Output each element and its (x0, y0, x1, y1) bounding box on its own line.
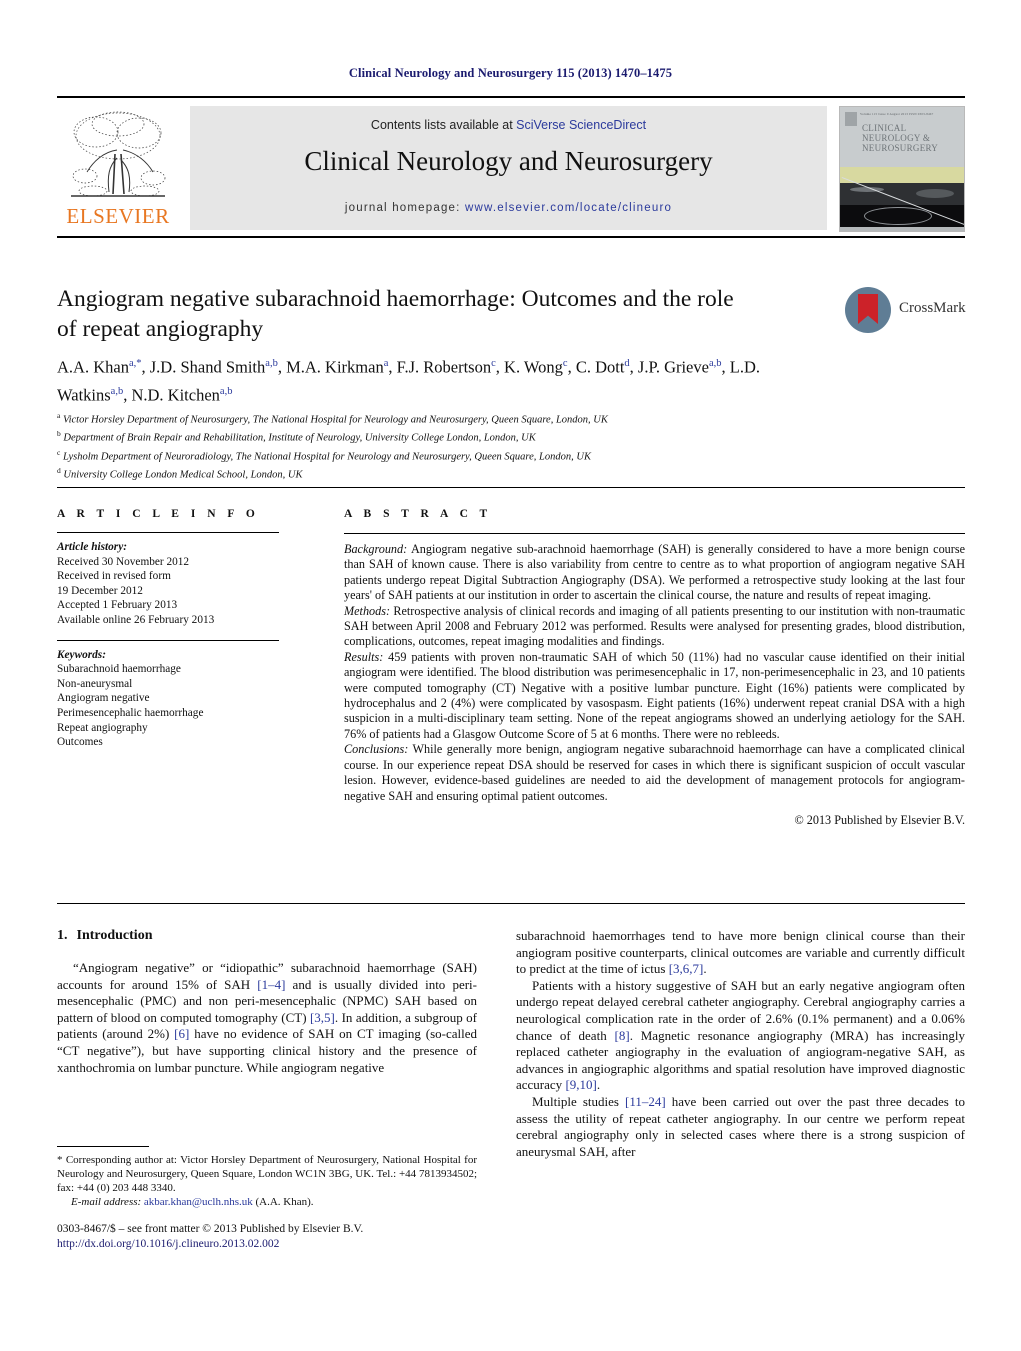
abstract-column: A B S T R A C T Background: Angiogram ne… (344, 508, 965, 828)
doi-link[interactable]: http://dx.doi.org/10.1016/j.clineuro.201… (57, 1237, 527, 1252)
keyword-item: Angiogram negative (57, 692, 150, 705)
author-list: A.A. Khana,*, J.D. Shand Smitha,b, M.A. … (57, 357, 761, 405)
keyword-lines: Subarachnoid haemorrhage Non-aneurysmal An… (57, 662, 307, 750)
homepage-prefix: journal homepage: (344, 202, 465, 214)
page-title: Angiogram negative subarachnoid haemorrh… (57, 286, 734, 342)
abstract-heading: A B S T R A C T (344, 508, 492, 520)
cover-issue-line: Volume 115 Issue 9 August 2013 ISSN 0303… (860, 112, 934, 116)
contents-line: Contents lists available at SciVerse Sci… (190, 118, 827, 132)
affiliation-marker: d (57, 465, 61, 475)
cover-title-line3: NEUROSURGERY (862, 143, 939, 153)
abstract-section-label: Results: (344, 649, 384, 664)
journal-masthead: ELSEVIER Contents lists available at Sci… (57, 96, 965, 232)
abstract-section: Methods: Retrospective analysis of clini… (344, 603, 965, 649)
abstract-copyright: © 2013 Published by Elsevier B.V. (794, 812, 965, 827)
issn-block: 0303-8467/$ – see front matter © 2013 Pu… (57, 1222, 527, 1252)
abstract-section-label: Conclusions: (344, 742, 409, 757)
history-item: Received 30 November 2012 (57, 555, 190, 568)
affiliation-item: d University College London Medical Scho… (57, 465, 303, 481)
history-item: Received in revised form (57, 570, 171, 583)
keyword-item: Perimesencephalic haemorrhage (57, 706, 204, 719)
article-info-rule-1 (57, 532, 279, 533)
abstract-section: Conclusions: While generally more benign… (344, 742, 965, 803)
article-history-block: Article history: Received 30 November 20… (57, 540, 307, 628)
crossmark-label: CrossMark (899, 300, 966, 316)
section-title: Introduction (76, 928, 153, 943)
abstract-section-label: Background: (344, 542, 408, 556)
email-note: E-mail address: akbar.khan@uclh.nhs.uk (… (71, 1196, 314, 1208)
section-heading-introduction: 1. Introduction (57, 928, 477, 944)
cover-scan-shape-2 (916, 189, 954, 198)
history-item: Accepted 1 February 2013 (57, 599, 178, 612)
cover-title-line2: NEUROLOGY & (862, 133, 931, 143)
abstract-bottom-rule (57, 903, 965, 904)
elsevier-tree-icon (71, 111, 166, 197)
affiliation-list: a Victor Horsley Department of Neurosurg… (57, 409, 837, 482)
footnote-rule (57, 1146, 149, 1147)
elsevier-wordmark: ELSEVIER (66, 204, 170, 228)
abstract-section: Background: Angiogram negative sub-arach… (344, 542, 965, 603)
affiliation-marker: c (57, 447, 61, 457)
keyword-item: Subarachnoid haemorrhage (57, 663, 181, 676)
abstract-section-label: Methods: (344, 603, 391, 618)
cover-colour-band (840, 167, 964, 183)
abstract-top-rule (57, 487, 965, 488)
history-lines: Received 30 November 2012 Received in rev… (57, 555, 307, 628)
affiliation-marker: b (57, 429, 61, 439)
history-item: Available online 26 February 2013 (57, 613, 215, 626)
article-history-label: Article history: (57, 541, 127, 553)
article-info-column: A R T I C L E I N F O Article history: R… (57, 508, 307, 750)
issn-line: 0303-8467/$ – see front matter © 2013 Pu… (57, 1223, 364, 1235)
keywords-block: Keywords: Subarachnoid haemorrhage Non-an… (57, 648, 307, 750)
cover-publisher-mark (845, 112, 857, 126)
sciencedirect-link[interactable]: SciVerse ScienceDirect (516, 118, 646, 132)
footnote-block: * Corresponding author at: Victor Horsle… (57, 1153, 477, 1209)
intro-paragraph-2: subarachnoid haemorrhages tend to have m… (516, 928, 965, 977)
keywords-label: Keywords: (57, 648, 106, 661)
journal-cover-thumbnail: Volume 115 Issue 9 August 2013 ISSN 0303… (839, 106, 965, 232)
paper-page: Clinical Neurology and Neurosurgery 115 … (0, 0, 1021, 1351)
section-number: 1. (57, 928, 68, 943)
intro-paragraph-1: “Angiogram negative” or “idiopathic” sub… (57, 960, 478, 1075)
cover-bottom-strip (840, 227, 964, 231)
journal-banner: Contents lists available at SciVerse Sci… (190, 106, 827, 230)
cover-title-line1: CLINICAL (862, 123, 907, 133)
article-info-rule-2 (57, 639, 279, 641)
affiliation-marker: a (57, 411, 61, 420)
crossmark-badge[interactable]: CrossMark (845, 287, 966, 341)
contents-prefix: Contents lists available at (370, 118, 517, 132)
abstract-body: Background: Angiogram negative sub-arach… (344, 542, 965, 804)
homepage-link[interactable]: www.elsevier.com/locate/clineuro (465, 202, 672, 214)
history-item: 19 December 2012 (57, 584, 143, 597)
abstract-section: Results: 459 patients with proven non-tr… (344, 649, 965, 741)
corresponding-author-note: * Corresponding author at: Victor Horsle… (57, 1154, 477, 1194)
keyword-item: Non-aneurysmal (57, 677, 133, 690)
cover-title: CLINICAL NEUROLOGY & NEUROSURGERY (862, 123, 960, 153)
body-column-left: 1. Introduction “Angiogram negative” or “… (57, 928, 477, 1076)
intro-paragraph-3: Patients with a history suggestive of SA… (516, 977, 966, 1093)
homepage-line: journal homepage: www.elsevier.com/locat… (190, 202, 827, 214)
masthead-bottom-rule (57, 236, 965, 238)
keyword-item: Outcomes (57, 736, 103, 749)
journal-title: Clinical Neurology and Neurosurgery (304, 146, 713, 176)
elsevier-logo: ELSEVIER (59, 106, 177, 230)
affiliation-item: a Victor Horsley Department of Neurosurg… (57, 411, 608, 426)
crossmark-icon (845, 287, 891, 333)
body-column-right: subarachnoid haemorrhages tend to have m… (516, 928, 965, 1160)
running-head: Clinical Neurology and Neurosurgery 115 … (348, 66, 673, 80)
abstract-rule (344, 533, 965, 534)
cover-scan-shape-3 (864, 207, 932, 225)
article-info-heading: A R T I C L E I N F O (57, 508, 260, 520)
intro-paragraph-4: Multiple studies [11–24] have been carri… (516, 1093, 966, 1159)
affiliation-item: c Lysholm Department of Neuroradiology, … (57, 447, 591, 463)
keyword-item: Repeat angiography (57, 721, 148, 734)
affiliation-item: b Department of Brain Repair and Rehabil… (57, 429, 536, 444)
